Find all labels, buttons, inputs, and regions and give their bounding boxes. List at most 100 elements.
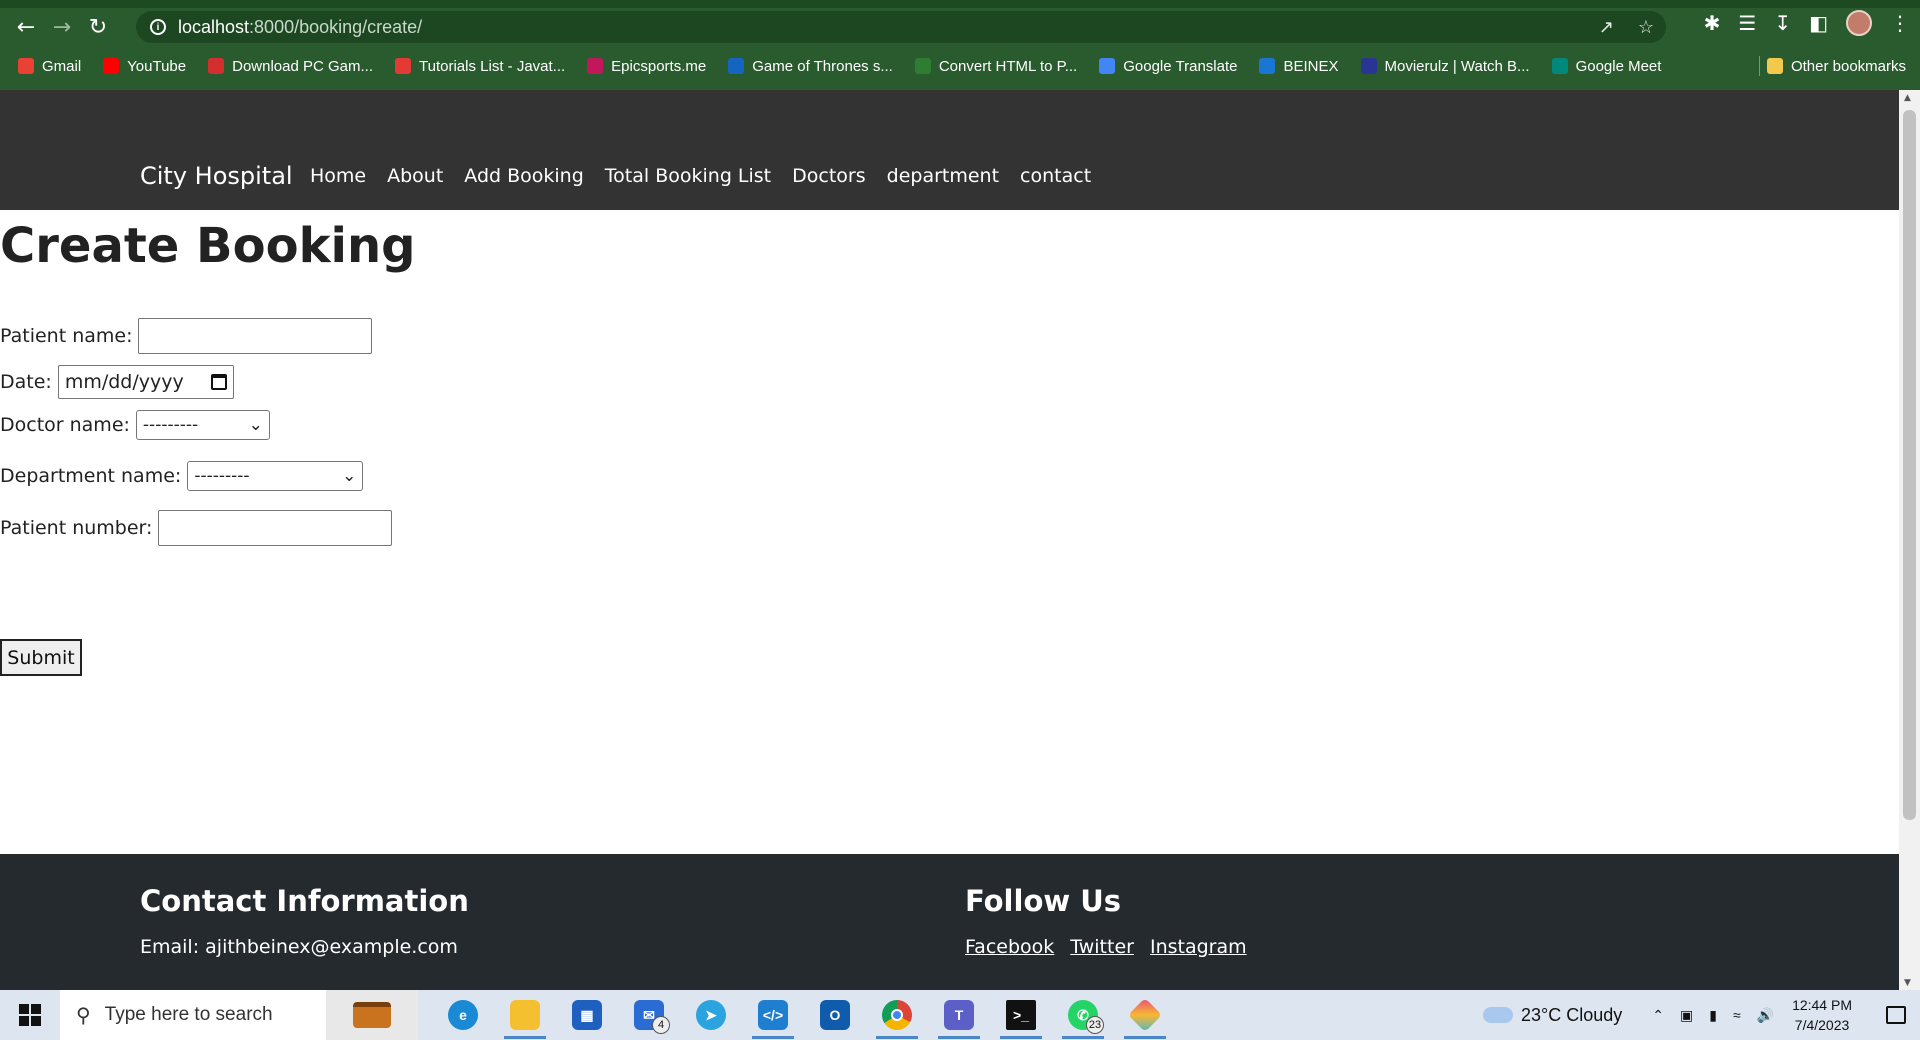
clock[interactable]: 12:44 PM 7/4/2023 — [1792, 995, 1852, 1035]
bookmark-item[interactable]: Gmail — [18, 58, 81, 75]
bookmark-label: Download PC Gam... — [232, 57, 374, 75]
folder-icon — [1766, 58, 1783, 74]
bookmark-item[interactable]: Epicsports.me — [587, 58, 706, 75]
store-app[interactable]: ▦ — [556, 990, 618, 1040]
menu-kebab-icon[interactable]: ⋮ — [1890, 11, 1910, 35]
scroll-up-icon[interactable]: ▲ — [1904, 93, 1911, 103]
windows-logo-icon — [19, 1004, 41, 1026]
mail-app[interactable]: ✉ 4 — [618, 990, 680, 1040]
brand-link[interactable]: City Hospital — [140, 162, 293, 190]
movie-icon — [1360, 58, 1377, 74]
back-icon[interactable]: ← — [8, 9, 44, 45]
search-icon: ⚲ — [76, 1004, 91, 1027]
volume-icon[interactable]: 🔊 — [1757, 1007, 1774, 1024]
nav-link-about[interactable]: About — [387, 165, 443, 187]
site-info-icon[interactable]: i — [150, 19, 166, 35]
doctor-select[interactable]: --------- ⌄ — [135, 410, 270, 440]
nav-links: Home About Add Booking Total Booking List Do… — [310, 165, 1091, 187]
nav-link-contact[interactable]: contact — [1020, 165, 1091, 187]
whatsapp-app[interactable]: ✆ 23 — [1052, 990, 1114, 1040]
terminal-icon: >_ — [1006, 1000, 1036, 1030]
epicsports-icon — [587, 58, 604, 74]
social-link-instagram[interactable]: Instagram — [1150, 936, 1247, 958]
bookmark-item[interactable]: Google Translate — [1099, 58, 1237, 75]
bookmark-item[interactable]: Game of Thrones s... — [728, 58, 893, 75]
patient-number-input[interactable] — [158, 510, 393, 546]
bookmark-item[interactable]: Convert HTML to P... — [914, 57, 1078, 75]
notification-icon — [1886, 1006, 1906, 1024]
site-footer: Contact Information Email: ajithbeinex@e… — [0, 854, 1899, 990]
store-icon: ▦ — [572, 1000, 602, 1030]
chevron-up-icon[interactable]: ⌃ — [1652, 1007, 1664, 1024]
vscode-app[interactable]: </> — [742, 990, 804, 1040]
meet-now-icon[interactable]: ▣ — [1680, 1007, 1693, 1024]
department-row: Department name: --------- ⌄ — [0, 461, 364, 491]
nav-link-doctors[interactable]: Doctors — [792, 165, 866, 187]
forward-icon[interactable]: → — [44, 9, 80, 45]
bookmark-label: Google Meet — [1575, 57, 1662, 75]
convert-icon — [914, 58, 931, 74]
scroll-thumb[interactable] — [1903, 110, 1916, 820]
weather-widget[interactable]: 23°C Cloudy — [1483, 1005, 1622, 1026]
nav-link-home[interactable]: Home — [310, 165, 366, 187]
page-scrollbar[interactable]: ▲ ▼ — [1899, 90, 1920, 990]
patient-name-input[interactable] — [138, 318, 373, 354]
calendar-icon[interactable] — [210, 374, 227, 390]
department-select[interactable]: --------- ⌄ — [187, 461, 364, 491]
search-placeholder: Type here to search — [104, 1004, 273, 1025]
bookmark-item[interactable]: YouTube — [103, 58, 186, 75]
git-app[interactable] — [1114, 990, 1176, 1040]
bookmark-label: Convert HTML to P... — [938, 57, 1078, 75]
follow-title: Follow Us — [965, 884, 1122, 918]
chrome-app[interactable] — [866, 990, 928, 1040]
bookmark-label: Game of Thrones s... — [752, 57, 893, 75]
start-button[interactable] — [0, 990, 60, 1040]
teams-icon: T — [944, 1000, 974, 1030]
outlook-app[interactable]: O — [804, 990, 866, 1040]
bookmark-item[interactable]: Google Meet — [1551, 57, 1662, 75]
patient-name-row: Patient name: — [0, 318, 373, 354]
download-icon[interactable]: ↧ — [1774, 11, 1791, 35]
battery-icon[interactable]: ▮ — [1709, 1007, 1717, 1024]
side-panel-icon[interactable]: ◧ — [1809, 11, 1828, 35]
nav-link-department[interactable]: department — [887, 165, 999, 187]
bookmark-item[interactable]: Tutorials List - Javat... — [395, 58, 565, 75]
clock-time: 12:44 PM — [1792, 997, 1852, 1013]
bookmark-label: Tutorials List - Javat... — [419, 57, 566, 75]
file-explorer-app[interactable] — [494, 990, 556, 1040]
notifications-button[interactable] — [1872, 990, 1920, 1040]
submit-button[interactable]: Submit — [0, 639, 82, 676]
bookmark-item[interactable]: Download PC Gam... — [208, 58, 373, 75]
bookmark-label: Movierulz | Watch B... — [1384, 57, 1530, 75]
telegram-app[interactable]: ➤ — [680, 990, 742, 1040]
profile-avatar[interactable] — [1846, 10, 1872, 36]
bookmark-star-icon[interactable]: ☆ — [1638, 17, 1654, 38]
nav-link-total-booking-list[interactable]: Total Booking List — [605, 165, 771, 187]
reload-icon[interactable]: ↻ — [80, 9, 116, 45]
nav-link-add-booking[interactable]: Add Booking — [464, 165, 584, 187]
search-highlight-icon[interactable] — [326, 990, 418, 1040]
chrome-icon — [882, 1000, 912, 1030]
address-bar[interactable]: i localhost:8000/booking/create/ ↗ ☆ — [136, 11, 1666, 43]
extensions-icon[interactable]: ✱ — [1704, 11, 1721, 35]
contact-section: Contact Information Email: ajithbeinex@e… — [140, 884, 469, 958]
bookmark-item[interactable]: BEINEX — [1259, 58, 1339, 75]
scroll-down-icon[interactable]: ▼ — [1904, 978, 1911, 988]
social-link-twitter[interactable]: Twitter — [1070, 936, 1134, 958]
bookmark-label: Epicsports.me — [611, 57, 707, 75]
wifi-icon[interactable]: ≈ — [1733, 1007, 1741, 1024]
teams-app[interactable]: T — [928, 990, 990, 1040]
edge-app[interactable]: e — [432, 990, 494, 1040]
media-controls-icon[interactable]: ☰ — [1738, 11, 1756, 35]
bookmark-item[interactable]: Movierulz | Watch B... — [1360, 57, 1530, 75]
bookmarks-bar: Gmail YouTube Download PC Gam... Tutorials … — [0, 50, 1920, 82]
social-link-facebook[interactable]: Facebook — [965, 936, 1054, 958]
other-bookmarks[interactable]: Other bookmarks — [1766, 58, 1906, 75]
date-input[interactable]: mm/dd/yyyy — [57, 365, 234, 399]
globe-icon — [728, 58, 745, 74]
department-label: Department name: — [0, 465, 182, 487]
terminal-app[interactable]: >_ — [990, 990, 1052, 1040]
bookmark-label: Gmail — [42, 57, 82, 75]
share-icon[interactable]: ↗ — [1599, 17, 1614, 38]
doctor-selected-value: --------- — [142, 415, 199, 435]
